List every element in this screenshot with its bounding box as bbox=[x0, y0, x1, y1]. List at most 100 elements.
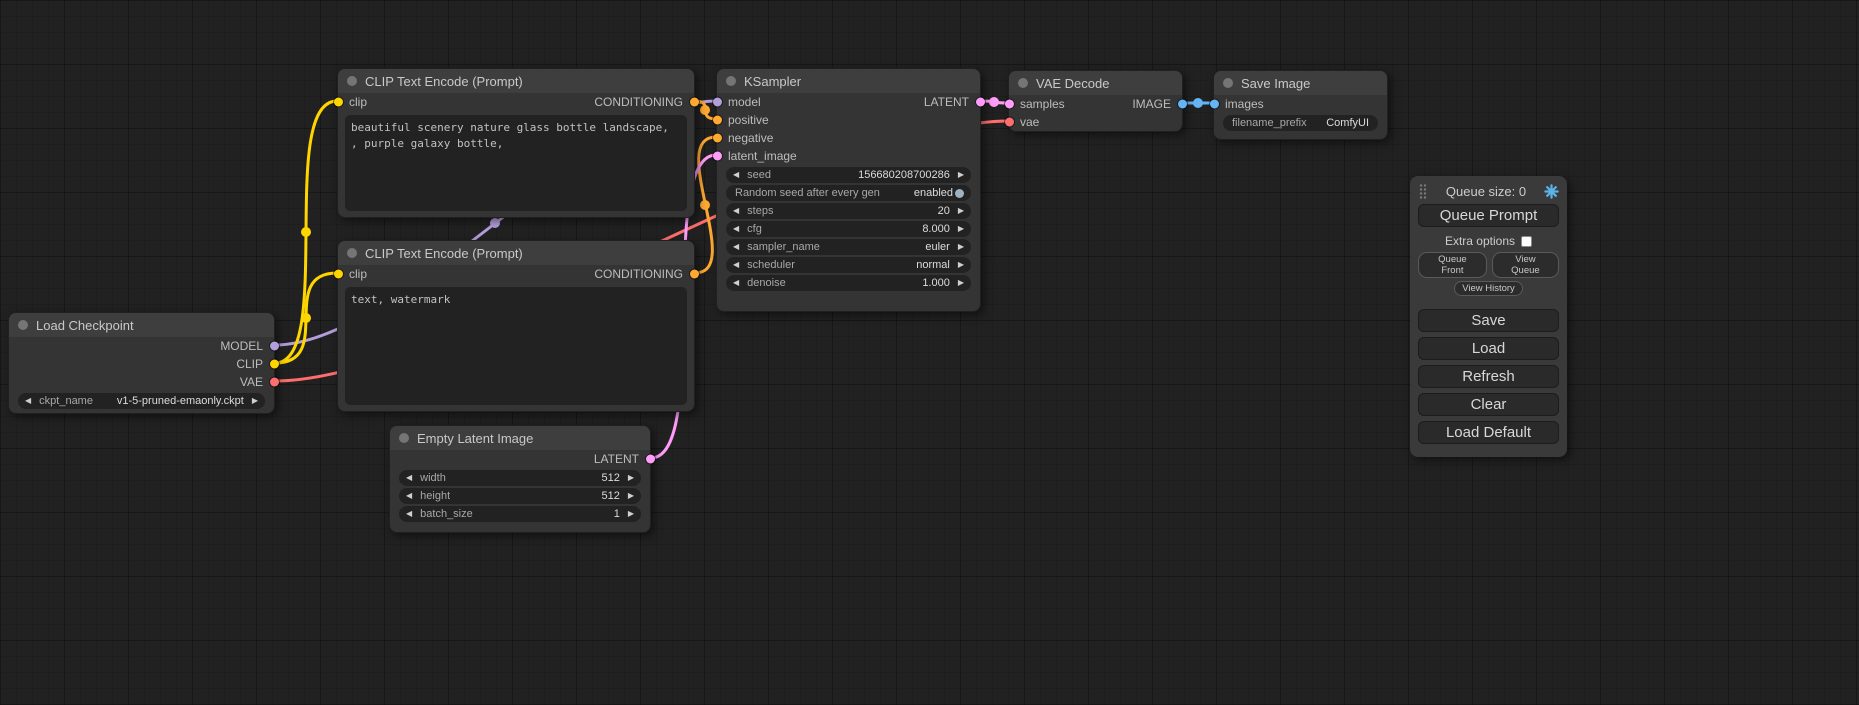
output-dot-model[interactable] bbox=[270, 342, 279, 351]
node-vae-decode[interactable]: VAE Decode samples IMAGE vae bbox=[1008, 70, 1183, 132]
increment-arrow-icon[interactable]: ▶ bbox=[628, 510, 634, 518]
widget-value: normal bbox=[916, 259, 950, 271]
input-label-samples: samples bbox=[1020, 97, 1065, 111]
width-widget[interactable]: ◀ width 512 ▶ bbox=[399, 470, 641, 486]
node-load-checkpoint-titlebar[interactable]: Load Checkpoint bbox=[9, 313, 274, 337]
view-history-button[interactable]: View History bbox=[1454, 281, 1523, 296]
node-ksampler-titlebar[interactable]: KSampler bbox=[717, 69, 980, 93]
increment-arrow-icon[interactable]: ▶ bbox=[958, 207, 964, 215]
refresh-button[interactable]: Refresh bbox=[1418, 365, 1559, 388]
output-dot-clip[interactable] bbox=[270, 360, 279, 369]
node-clip-text-encode-positive-titlebar[interactable]: CLIP Text Encode (Prompt) bbox=[338, 69, 694, 93]
increment-arrow-icon[interactable]: ▶ bbox=[958, 243, 964, 251]
link-midpoint bbox=[989, 97, 999, 107]
increment-arrow-icon[interactable]: ▶ bbox=[628, 474, 634, 482]
collapse-dot-icon[interactable] bbox=[726, 76, 736, 86]
load-button[interactable]: Load bbox=[1418, 337, 1559, 360]
random-seed-toggle-widget[interactable]: Random seed after every gen enabled bbox=[726, 185, 971, 201]
drag-handle-icon[interactable] bbox=[1418, 183, 1428, 199]
decrement-arrow-icon[interactable]: ◀ bbox=[733, 225, 739, 233]
widget-value: ComfyUI bbox=[1326, 117, 1369, 129]
load-default-button[interactable]: Load Default bbox=[1418, 421, 1559, 444]
increment-arrow-icon[interactable]: ▶ bbox=[958, 261, 964, 269]
node-clip-text-encode-positive[interactable]: CLIP Text Encode (Prompt) clip CONDITION… bbox=[337, 68, 695, 218]
input-dot-positive[interactable] bbox=[713, 116, 722, 125]
ckpt-name-widget[interactable]: ◀ ckpt_name v1-5-pruned-emaonly.ckpt ▶ bbox=[18, 393, 265, 409]
output-dot-conditioning[interactable] bbox=[690, 98, 699, 107]
collapse-dot-icon[interactable] bbox=[347, 248, 357, 258]
steps-widget[interactable]: ◀ steps 20 ▶ bbox=[726, 203, 971, 219]
cfg-widget[interactable]: ◀ cfg 8.000 ▶ bbox=[726, 221, 971, 237]
input-dot-model[interactable] bbox=[713, 98, 722, 107]
decrement-arrow-icon[interactable]: ◀ bbox=[406, 474, 412, 482]
collapse-dot-icon[interactable] bbox=[1018, 78, 1028, 88]
output-label-clip: CLIP bbox=[236, 357, 263, 371]
input-dot-clip[interactable] bbox=[334, 270, 343, 279]
decrement-arrow-icon[interactable]: ◀ bbox=[733, 243, 739, 251]
seed-widget[interactable]: ◀ seed 156680208700286 ▶ bbox=[726, 167, 971, 183]
negative-prompt-textarea[interactable]: text, watermark bbox=[345, 287, 687, 405]
queue-panel: Queue size: 0 Queue Prompt Extra options bbox=[1410, 176, 1567, 457]
output-dot-vae[interactable] bbox=[270, 378, 279, 387]
node-ksampler[interactable]: KSampler model LATENT positive negative … bbox=[716, 68, 981, 312]
input-dot-negative[interactable] bbox=[713, 134, 722, 143]
widget-name: ckpt_name bbox=[39, 395, 93, 407]
sampler-name-widget[interactable]: ◀ sampler_name euler ▶ bbox=[726, 239, 971, 255]
toggle-knob-icon[interactable] bbox=[955, 189, 964, 198]
input-dot-vae[interactable] bbox=[1005, 118, 1014, 127]
increment-arrow-icon[interactable]: ▶ bbox=[958, 279, 964, 287]
increment-arrow-icon[interactable]: ▶ bbox=[628, 492, 634, 500]
scheduler-widget[interactable]: ◀ scheduler normal ▶ bbox=[726, 257, 971, 273]
collapse-dot-icon[interactable] bbox=[399, 433, 409, 443]
output-dot-image[interactable] bbox=[1178, 100, 1187, 109]
input-label-latent-image: latent_image bbox=[728, 149, 797, 163]
input-dot-images[interactable] bbox=[1210, 100, 1219, 109]
positive-prompt-textarea[interactable]: beautiful scenery nature glass bottle la… bbox=[345, 115, 687, 211]
extra-options-label: Extra options bbox=[1445, 234, 1515, 248]
increment-arrow-icon[interactable]: ▶ bbox=[958, 171, 964, 179]
decrement-arrow-icon[interactable]: ◀ bbox=[733, 171, 739, 179]
decrement-arrow-icon[interactable]: ◀ bbox=[733, 207, 739, 215]
collapse-dot-icon[interactable] bbox=[18, 320, 28, 330]
collapse-dot-icon[interactable] bbox=[1223, 78, 1233, 88]
increment-arrow-icon[interactable]: ▶ bbox=[252, 397, 258, 405]
decrement-arrow-icon[interactable]: ◀ bbox=[25, 397, 31, 405]
batch-size-widget[interactable]: ◀ batch_size 1 ▶ bbox=[399, 506, 641, 522]
decrement-arrow-icon[interactable]: ◀ bbox=[406, 510, 412, 518]
collapse-dot-icon[interactable] bbox=[347, 76, 357, 86]
node-save-image[interactable]: Save Image images filename_prefix ComfyU… bbox=[1213, 70, 1388, 140]
denoise-widget[interactable]: ◀ denoise 1.000 ▶ bbox=[726, 275, 971, 291]
height-widget[interactable]: ◀ height 512 ▶ bbox=[399, 488, 641, 504]
output-label-conditioning: CONDITIONING bbox=[594, 95, 683, 109]
settings-gear-icon[interactable] bbox=[1544, 184, 1559, 199]
output-dot-latent[interactable] bbox=[646, 455, 655, 464]
node-load-checkpoint[interactable]: Load Checkpoint MODEL CLIP VAE ◀ ckpt_na… bbox=[8, 312, 275, 414]
decrement-arrow-icon[interactable]: ◀ bbox=[406, 492, 412, 500]
node-empty-latent-image[interactable]: Empty Latent Image LATENT ◀ width 512 ▶ … bbox=[389, 425, 651, 533]
save-button[interactable]: Save bbox=[1418, 309, 1559, 332]
widget-name: filename_prefix bbox=[1232, 117, 1307, 129]
increment-arrow-icon[interactable]: ▶ bbox=[958, 225, 964, 233]
extra-options-checkbox[interactable] bbox=[1521, 236, 1532, 247]
decrement-arrow-icon[interactable]: ◀ bbox=[733, 279, 739, 287]
node-vae-decode-titlebar[interactable]: VAE Decode bbox=[1009, 71, 1182, 95]
link-midpoint bbox=[1193, 98, 1203, 108]
input-dot-clip[interactable] bbox=[334, 98, 343, 107]
output-dot-latent[interactable] bbox=[976, 98, 985, 107]
clear-button[interactable]: Clear bbox=[1418, 393, 1559, 416]
input-dot-samples[interactable] bbox=[1005, 100, 1014, 109]
filename-prefix-widget[interactable]: filename_prefix ComfyUI bbox=[1223, 115, 1378, 131]
node-clip-text-encode-negative-titlebar[interactable]: CLIP Text Encode (Prompt) bbox=[338, 241, 694, 265]
decrement-arrow-icon[interactable]: ◀ bbox=[733, 261, 739, 269]
queue-prompt-button[interactable]: Queue Prompt bbox=[1418, 204, 1559, 227]
view-queue-button[interactable]: View Queue bbox=[1492, 252, 1559, 278]
output-dot-conditioning[interactable] bbox=[690, 270, 699, 279]
queue-front-button[interactable]: Queue Front bbox=[1418, 252, 1487, 278]
node-save-image-titlebar[interactable]: Save Image bbox=[1214, 71, 1387, 95]
node-graph-canvas[interactable]: Load Checkpoint MODEL CLIP VAE ◀ ckpt_na… bbox=[0, 0, 1859, 705]
node-empty-latent-image-titlebar[interactable]: Empty Latent Image bbox=[390, 426, 650, 450]
node-title: Load Checkpoint bbox=[36, 318, 134, 333]
widget-name: Random seed after every gen bbox=[735, 187, 880, 199]
node-clip-text-encode-negative[interactable]: CLIP Text Encode (Prompt) clip CONDITION… bbox=[337, 240, 695, 412]
input-dot-latent-image[interactable] bbox=[713, 152, 722, 161]
